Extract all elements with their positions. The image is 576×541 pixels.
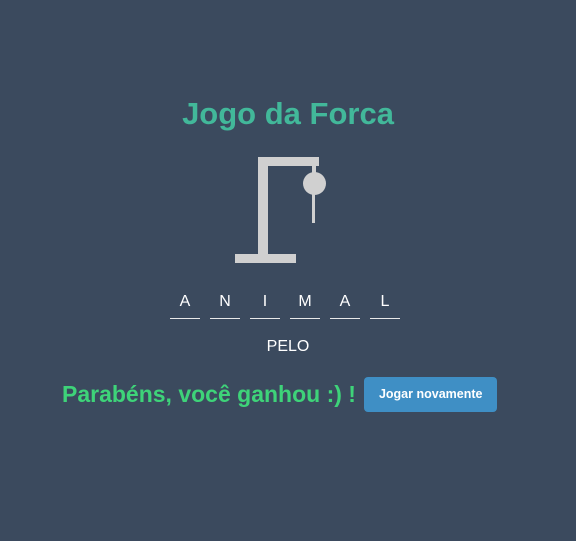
letter-slot: N xyxy=(210,292,240,319)
hangman-body xyxy=(312,193,315,223)
letter-slot: M xyxy=(290,292,320,319)
gallows-beam xyxy=(258,157,319,166)
letter-slot: L xyxy=(370,292,400,319)
letter-slot: I xyxy=(250,292,280,319)
gallows-drawing xyxy=(234,156,334,266)
win-message: Parabéns, você ganhou :) ! xyxy=(62,380,356,407)
letter-slot: A xyxy=(330,292,360,319)
word-letters: A N I M A L xyxy=(170,292,410,320)
hangman-game: Jogo da Forca A N I M A L PELO Parabéns,… xyxy=(0,0,576,541)
hangman-head xyxy=(303,172,326,195)
page-title: Jogo da Forca xyxy=(182,96,394,131)
result-row: Parabéns, você ganhou :) ! Jogar novamen… xyxy=(62,376,498,412)
play-again-button[interactable]: Jogar novamente xyxy=(363,376,498,412)
letter-slot: A xyxy=(170,292,200,319)
gallows-pole xyxy=(258,157,268,257)
hint-text: PELO xyxy=(266,338,310,355)
